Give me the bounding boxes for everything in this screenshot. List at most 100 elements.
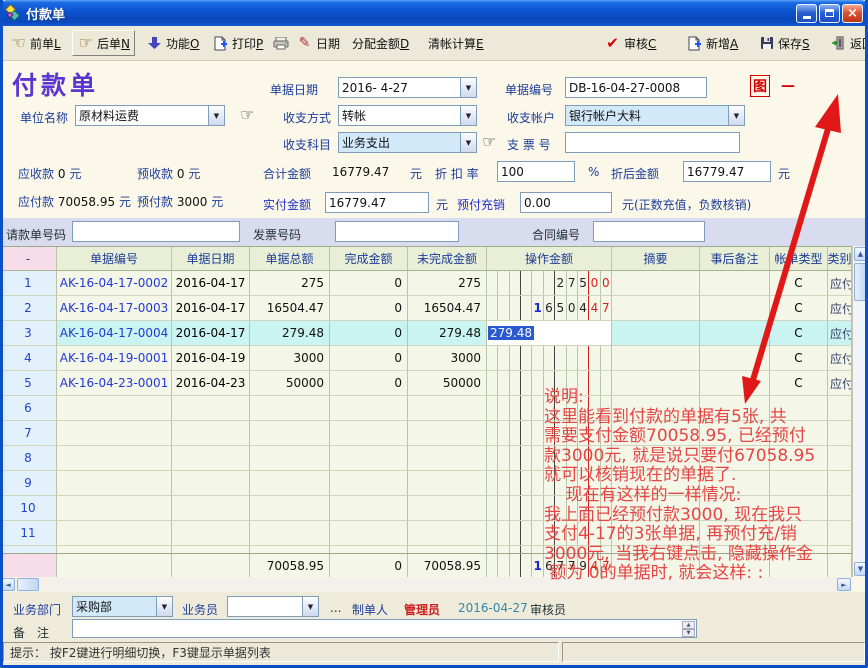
- op-amount-selected-text[interactable]: 279.48: [488, 326, 534, 340]
- cell-category[interactable]: [828, 496, 852, 521]
- function-button[interactable]: 功能O: [142, 30, 203, 56]
- pay-method-combo[interactable]: 转帐 ▼: [338, 105, 477, 126]
- cell-doc-no[interactable]: [57, 396, 172, 421]
- contract-no-input[interactable]: [593, 221, 705, 242]
- cell-category[interactable]: [828, 446, 852, 471]
- next-doc-button[interactable]: ☞ 后单N: [72, 30, 135, 56]
- cell-row-number[interactable]: 5: [0, 371, 57, 396]
- cell-summary[interactable]: [612, 421, 700, 446]
- cell-summary[interactable]: [612, 471, 700, 496]
- cell-undone[interactable]: 16504.47: [408, 296, 487, 321]
- cell-total[interactable]: [250, 521, 330, 546]
- cell-total[interactable]: 16504.47: [250, 296, 330, 321]
- cell-category[interactable]: [828, 396, 852, 421]
- cell-doc-no[interactable]: [57, 471, 172, 496]
- vertical-scrollbar[interactable]: ▲ ▼: [852, 246, 868, 577]
- invoice-no-input[interactable]: [335, 221, 459, 242]
- vertical-scroll-thumb[interactable]: [854, 263, 867, 301]
- cell-doc-no[interactable]: AK-16-04-23-0001: [57, 371, 172, 396]
- cell-row-number[interactable]: 4: [0, 346, 57, 371]
- cell-date[interactable]: [172, 496, 250, 521]
- cell-date[interactable]: 2016-04-17: [172, 271, 250, 296]
- cell-done[interactable]: [330, 421, 408, 446]
- cell-undone[interactable]: [408, 546, 487, 553]
- cell-category[interactable]: 应付: [828, 371, 852, 396]
- title-bar[interactable]: 付款单 ×: [0, 0, 868, 26]
- cell-done[interactable]: [330, 446, 408, 471]
- cell-date[interactable]: [172, 471, 250, 496]
- cell-undone[interactable]: [408, 446, 487, 471]
- cell-undone[interactable]: [408, 521, 487, 546]
- cell-note[interactable]: [700, 271, 770, 296]
- cell-note[interactable]: [700, 321, 770, 346]
- cell-undone[interactable]: 50000: [408, 371, 487, 396]
- cell-doc-no[interactable]: AK-16-04-19-0001: [57, 346, 172, 371]
- cell-summary[interactable]: [612, 321, 700, 346]
- cell-bill-type[interactable]: [770, 446, 828, 471]
- audit-button[interactable]: ✔ 审核C: [600, 30, 660, 56]
- scroll-right-icon[interactable]: ►: [837, 578, 851, 591]
- horizontal-scroll-thumb[interactable]: [17, 578, 39, 591]
- horizontal-scrollbar[interactable]: ◄ ►: [0, 577, 852, 592]
- cell-op-amount[interactable]: [487, 421, 612, 446]
- cell-row-number[interactable]: 1: [0, 271, 57, 296]
- cell-undone[interactable]: 279.48: [408, 321, 487, 346]
- cell-bill-type[interactable]: C: [770, 271, 828, 296]
- cell-undone[interactable]: 275: [408, 271, 487, 296]
- cell-date[interactable]: [172, 396, 250, 421]
- cell-summary[interactable]: [612, 521, 700, 546]
- cell-category[interactable]: 应付: [828, 296, 852, 321]
- cell-op-amount[interactable]: [487, 471, 612, 496]
- cell-doc-no[interactable]: [57, 496, 172, 521]
- cell-note[interactable]: [700, 396, 770, 421]
- cell-done[interactable]: 0: [330, 321, 408, 346]
- cell-note[interactable]: [700, 421, 770, 446]
- cell-undone[interactable]: [408, 421, 487, 446]
- cell-done[interactable]: 0: [330, 296, 408, 321]
- cell-total[interactable]: [250, 396, 330, 421]
- chevron-down-icon[interactable]: ▼: [728, 106, 744, 125]
- maximize-button[interactable]: [819, 4, 840, 23]
- cell-op-amount[interactable]: [487, 446, 612, 471]
- date-button[interactable]: ✎ 日期: [292, 30, 344, 56]
- cell-op-amount[interactable]: 27500: [487, 271, 612, 296]
- cell-doc-no[interactable]: AK-16-04-17-0004: [57, 321, 172, 346]
- ellipsis-button[interactable]: ...: [330, 601, 341, 615]
- cell-row-number[interactable]: 10: [0, 496, 57, 521]
- cell-row-number[interactable]: 11: [0, 521, 57, 546]
- cell-note[interactable]: [700, 446, 770, 471]
- cell-summary[interactable]: [612, 396, 700, 421]
- actual-pay-input[interactable]: 16779.47: [325, 192, 429, 213]
- cell-row-number[interactable]: 12: [0, 546, 57, 553]
- prev-doc-button[interactable]: ☜ 前单L: [6, 30, 65, 56]
- chevron-down-icon[interactable]: ▼: [460, 133, 476, 152]
- cell-done[interactable]: [330, 521, 408, 546]
- subject-combo[interactable]: 业务支出 ▼: [338, 132, 477, 153]
- cell-doc-no[interactable]: [57, 546, 172, 553]
- printer-button[interactable]: [268, 30, 293, 56]
- cell-summary[interactable]: [612, 546, 700, 553]
- cell-bill-type[interactable]: C: [770, 346, 828, 371]
- remark-input[interactable]: ▲▼: [72, 619, 697, 638]
- cell-undone[interactable]: [408, 496, 487, 521]
- chevron-down-icon[interactable]: ▼: [302, 597, 318, 616]
- cell-summary[interactable]: [612, 296, 700, 321]
- cell-done[interactable]: 0: [330, 271, 408, 296]
- dept-combo[interactable]: 采购部 ▼: [72, 596, 173, 617]
- cell-op-amount[interactable]: 1650447: [487, 296, 612, 321]
- allocate-amount-button[interactable]: 分配金额D: [348, 30, 413, 56]
- cell-doc-no[interactable]: [57, 521, 172, 546]
- discount-rate-input[interactable]: 100: [497, 161, 575, 182]
- cell-date[interactable]: 2016-04-23: [172, 371, 250, 396]
- cell-op-amount[interactable]: [487, 546, 612, 553]
- cell-done[interactable]: [330, 496, 408, 521]
- cell-total[interactable]: [250, 471, 330, 496]
- cell-bill-type[interactable]: [770, 546, 828, 553]
- cell-note[interactable]: [700, 346, 770, 371]
- cell-date[interactable]: 2016-04-17: [172, 296, 250, 321]
- spin-up-icon[interactable]: ▲: [682, 621, 695, 629]
- cheque-no-input[interactable]: [565, 132, 740, 153]
- cell-date[interactable]: 2016-04-19: [172, 346, 250, 371]
- cell-total[interactable]: [250, 446, 330, 471]
- chevron-down-icon[interactable]: ▼: [460, 106, 476, 125]
